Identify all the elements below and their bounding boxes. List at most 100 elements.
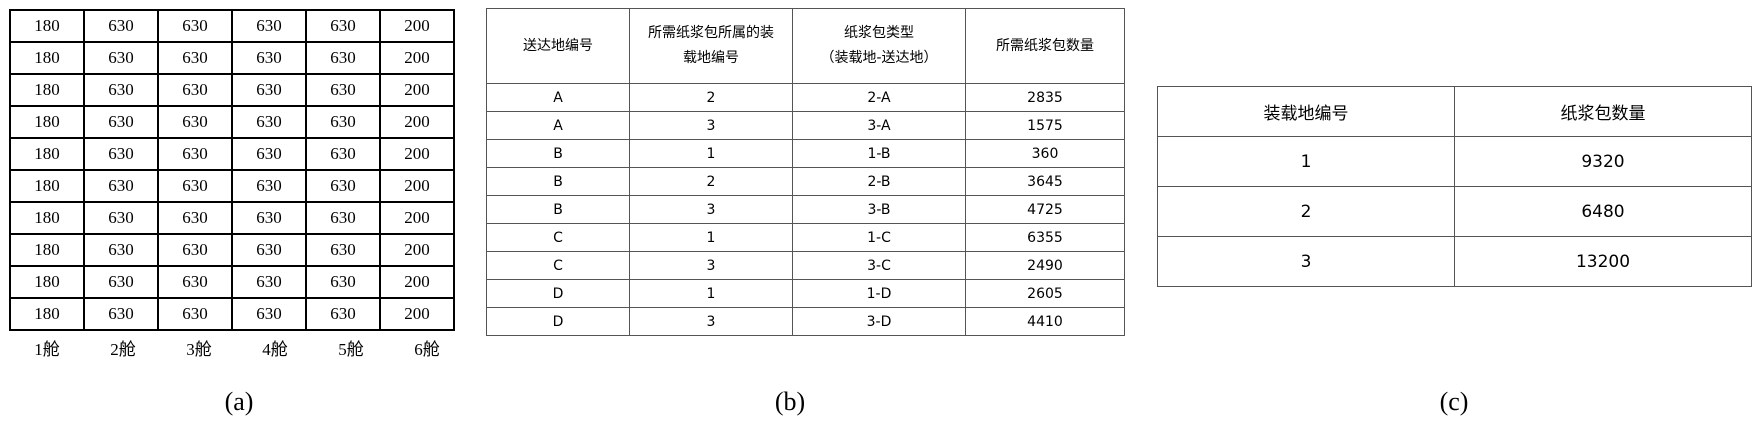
- demand-table: 送达地编号 所需纸浆包所属的装 载地编号 纸浆包类型 （装载地-送达地） 所需纸浆包数量 …: [486, 8, 1125, 336]
- table-cell: 630: [305, 41, 381, 75]
- table-cell: 1: [629, 139, 793, 168]
- table-cell: D: [486, 307, 630, 336]
- table-cell: 630: [83, 233, 159, 267]
- table-cell: 630: [157, 9, 233, 43]
- table-row: 180 630 630 630 630 200: [9, 233, 455, 267]
- table-cell: 2605: [965, 279, 1125, 308]
- table-cell: 180: [9, 233, 85, 267]
- table-row: 180 630 630 630 630 200: [9, 297, 455, 331]
- table-cell: 630: [231, 105, 307, 139]
- table-cell: 630: [83, 41, 159, 75]
- loading-site-table: 装载地编号 纸浆包数量 1 9320 2 6480 3 13200: [1157, 86, 1752, 287]
- table-cell: 200: [379, 201, 455, 235]
- table-cell: 1: [629, 279, 793, 308]
- table-cell: 6355: [965, 223, 1125, 252]
- table-row: A 3 3-A 1575: [486, 111, 1125, 140]
- table-cell: 3: [629, 111, 793, 140]
- table-row: B 1 1-B 360: [486, 139, 1125, 168]
- column-header: 送达地编号: [486, 8, 630, 84]
- table-cell: 180: [9, 169, 85, 203]
- hold-label: 3舱: [186, 340, 212, 359]
- table-cell: 630: [231, 137, 307, 171]
- table-cell: 630: [83, 265, 159, 299]
- table-cell: 630: [231, 233, 307, 267]
- table-row: 180 630 630 630 630 200: [9, 137, 455, 171]
- table-row: D 3 3-D 4410: [486, 307, 1125, 336]
- table-cell: 180: [9, 41, 85, 75]
- column-header: 所需纸浆包所属的装 载地编号: [629, 8, 793, 84]
- table-cell: 180: [9, 265, 85, 299]
- table-cell: 2: [629, 167, 793, 196]
- table-cell: 200: [379, 297, 455, 331]
- table-cell: 630: [83, 297, 159, 331]
- table-cell: 200: [379, 169, 455, 203]
- table-cell: D: [486, 279, 630, 308]
- table-cell: 1-B: [792, 139, 966, 168]
- column-header-line: 载地编号: [683, 50, 739, 66]
- table-cell: 2: [1157, 186, 1455, 237]
- table-cell: 630: [157, 73, 233, 107]
- table-cell: 630: [231, 9, 307, 43]
- table-cell: 630: [231, 265, 307, 299]
- table-cell: 200: [379, 137, 455, 171]
- table-cell: 630: [157, 201, 233, 235]
- table-cell: 630: [305, 73, 381, 107]
- table-cell: 200: [379, 9, 455, 43]
- table-cell: 3: [629, 251, 793, 280]
- hold-grid-table: 180 630 630 630 630 200 180 630 630 630 630 200 180 6…: [9, 9, 455, 331]
- table-cell: 1: [1157, 136, 1455, 187]
- caption-b: (b): [774, 387, 806, 416]
- table-row: 1 9320: [1157, 136, 1752, 187]
- table-cell: 180: [9, 201, 85, 235]
- table-cell: 180: [9, 105, 85, 139]
- table-cell: 3: [629, 195, 793, 224]
- table-cell: 1: [629, 223, 793, 252]
- panel-b: 送达地编号 所需纸浆包所属的装 载地编号 纸浆包类型 （装载地-送达地） 所需纸浆包数量 …: [486, 8, 1125, 336]
- table-cell: 3: [629, 307, 793, 336]
- table-row: 3 13200: [1157, 236, 1752, 287]
- column-header-line: 送达地编号: [523, 37, 593, 54]
- panel-c: 装载地编号 纸浆包数量 1 9320 2 6480 3 13200: [1157, 86, 1752, 287]
- table-row: 2 6480: [1157, 186, 1752, 237]
- table-cell: 1-D: [792, 279, 966, 308]
- table-cell: B: [486, 167, 630, 196]
- table-cell: 2-B: [792, 167, 966, 196]
- table-cell: 630: [231, 201, 307, 235]
- table-cell: 200: [379, 73, 455, 107]
- caption-c: (c): [1439, 387, 1469, 416]
- table-cell: 630: [231, 41, 307, 75]
- table-cell: 630: [231, 73, 307, 107]
- table-cell: B: [486, 195, 630, 224]
- table-cell: 180: [9, 297, 85, 331]
- table-row: 180 630 630 630 630 200: [9, 201, 455, 235]
- table-cell: 630: [157, 233, 233, 267]
- hold-label: 1舱: [34, 340, 60, 359]
- table-row: 180 630 630 630 630 200: [9, 73, 455, 107]
- table-cell: 630: [83, 137, 159, 171]
- table-cell: 180: [9, 73, 85, 107]
- hold-labels: 1舱 2舱 3舱 4舱 5舱 6舱: [9, 335, 465, 360]
- table-cell: 3-D: [792, 307, 966, 336]
- table-row: B 3 3-B 4725: [486, 195, 1125, 224]
- table-row: B 2 2-B 3645: [486, 167, 1125, 196]
- table-cell: 630: [83, 9, 159, 43]
- table-cell: 200: [379, 233, 455, 267]
- column-header-line: 所需纸浆包所属的装: [648, 25, 774, 41]
- table-cell: 200: [379, 265, 455, 299]
- table-cell: 3: [1157, 236, 1455, 287]
- hold-label: 4舱: [262, 340, 288, 359]
- table-cell: 630: [231, 297, 307, 331]
- table-cell: 630: [157, 297, 233, 331]
- table-cell: 630: [83, 169, 159, 203]
- table-cell: 3-B: [792, 195, 966, 224]
- table-row: 180 630 630 630 630 200: [9, 105, 455, 139]
- column-header: 纸浆包类型 （装载地-送达地）: [792, 8, 966, 84]
- table-cell: 200: [379, 105, 455, 139]
- table-cell: 630: [231, 169, 307, 203]
- table-row: 180 630 630 630 630 200: [9, 169, 455, 203]
- table-cell: 180: [9, 9, 85, 43]
- table-cell: A: [486, 83, 630, 112]
- table-row: 180 630 630 630 630 200: [9, 9, 455, 43]
- column-header: 纸浆包数量: [1454, 86, 1752, 137]
- demand-table-header-row: 送达地编号 所需纸浆包所属的装 载地编号 纸浆包类型 （装载地-送达地） 所需纸浆包数量: [486, 8, 1125, 84]
